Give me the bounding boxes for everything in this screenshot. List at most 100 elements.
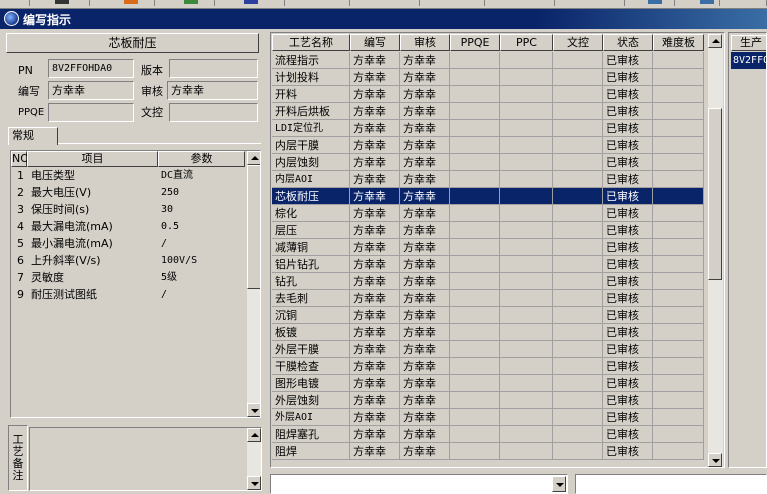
pn-field[interactable]: 8V2FFOHDA0 [48, 59, 134, 78]
scroll-up-icon[interactable] [247, 428, 261, 442]
process-cell: 减薄铜 [272, 239, 350, 256]
process-row[interactable]: 外层干膜 方幸幸 方幸幸 已审核 [272, 341, 704, 358]
process-row[interactable]: 铝片钻孔 方幸幸 方幸幸 已审核 [272, 256, 704, 273]
chevron-down-icon[interactable] [552, 476, 566, 492]
process-row[interactable]: 芯板耐压 方幸幸 方幸幸 已审核 [272, 188, 704, 205]
process-scrollbar[interactable] [708, 34, 723, 467]
process-cell [450, 154, 500, 171]
process-row[interactable]: 去毛刺 方幸幸 方幸幸 已审核 [272, 290, 704, 307]
process-cell: 方幸幸 [350, 171, 400, 188]
toolbar-button[interactable] [420, 0, 485, 6]
scroll-down-icon[interactable] [247, 403, 260, 417]
column-header[interactable]: 编写 [350, 34, 400, 51]
param-scrollbar[interactable] [247, 151, 260, 417]
app-globe-icon[interactable] [4, 11, 19, 26]
param-header-no[interactable]: NO [11, 151, 29, 167]
toolbar-button[interactable] [485, 0, 555, 6]
scroll-up-icon[interactable] [247, 151, 260, 165]
process-grid[interactable]: 工艺名称 编写 审核 PPQE PPC 文控 状态 难度板 流程指示 方幸幸 方幸幸 已审核 计划投料… [270, 32, 725, 468]
scroll-down-icon[interactable] [247, 476, 261, 490]
reviewer-field[interactable]: 方幸幸 [167, 81, 258, 100]
toolbar-button[interactable] [0, 0, 30, 6]
remark-textarea[interactable] [29, 427, 262, 491]
param-header-param[interactable]: 参数 [158, 151, 245, 167]
param-row[interactable]: 9 耐压测试图纸 / [11, 286, 247, 303]
bottom-combo[interactable] [270, 474, 568, 494]
column-header[interactable]: PPC [500, 34, 553, 51]
process-row[interactable]: 图形电镀 方幸幸 方幸幸 已审核 [272, 375, 704, 392]
version-field[interactable] [169, 59, 258, 78]
process-cell [653, 52, 704, 69]
author-field[interactable]: 方幸幸 [48, 81, 134, 100]
process-row[interactable]: 外层AOI 方幸幸 方幸幸 已审核 [272, 409, 704, 426]
production-header[interactable]: 生产 [731, 35, 766, 51]
column-header[interactable]: 工艺名称 [272, 34, 350, 51]
toolbar-button[interactable] [555, 0, 625, 6]
param-row[interactable]: 5 最小漏电流(mA) / [11, 235, 247, 252]
process-cell: 方幸幸 [350, 426, 400, 443]
process-row[interactable]: 计划投料 方幸幸 方幸幸 已审核 [272, 69, 704, 86]
param-no: 3 [17, 203, 24, 216]
bottom-input[interactable] [575, 474, 767, 494]
process-row[interactable]: 外层蚀刻 方幸幸 方幸幸 已审核 [272, 392, 704, 409]
param-row[interactable]: 6 上升斜率(V/s) 100V/S [11, 252, 247, 269]
process-cell [553, 120, 603, 137]
process-cell [450, 392, 500, 409]
process-row[interactable]: 钻孔 方幸幸 方幸幸 已审核 [272, 273, 704, 290]
column-header[interactable]: 文控 [553, 34, 603, 51]
scroll-up-icon[interactable] [708, 34, 722, 48]
process-cell: 已审核 [603, 69, 653, 86]
title-bar[interactable]: 编写指示 [0, 9, 767, 29]
scroll-down-icon[interactable] [708, 453, 722, 467]
production-pane[interactable]: 生产 8V2FFO [728, 32, 767, 468]
toolbar-button[interactable] [720, 0, 767, 6]
process-row[interactable]: 板镀 方幸幸 方幸幸 已审核 [272, 324, 704, 341]
column-header[interactable]: 审核 [400, 34, 450, 51]
process-row[interactable]: 层压 方幸幸 方幸幸 已审核 [272, 222, 704, 239]
process-cell: 棕化 [272, 205, 350, 222]
scroll-thumb[interactable] [247, 165, 260, 289]
process-row[interactable]: 开料 方幸幸 方幸幸 已审核 [272, 86, 704, 103]
process-row[interactable]: 内层蚀刻 方幸幸 方幸幸 已审核 [272, 154, 704, 171]
param-row[interactable]: 1 电压类型 DC直流 [11, 167, 247, 184]
toolbar-button[interactable] [90, 0, 155, 6]
production-cell[interactable]: 8V2FFO [731, 52, 766, 69]
column-header[interactable]: 难度板 [653, 34, 704, 51]
toolbar-button[interactable] [285, 0, 350, 6]
process-row[interactable]: 内层干膜 方幸幸 方幸幸 已审核 [272, 137, 704, 154]
param-row[interactable]: 7 灵敏度 5级 [11, 269, 247, 286]
process-cell: 已审核 [603, 52, 653, 69]
process-row[interactable]: 干膜检查 方幸幸 方幸幸 已审核 [272, 358, 704, 375]
process-row[interactable]: 棕化 方幸幸 方幸幸 已审核 [272, 205, 704, 222]
param-row[interactable]: 3 保压时间(s) 30 [11, 201, 247, 218]
process-row[interactable]: 开料后烘板 方幸幸 方幸幸 已审核 [272, 103, 704, 120]
param-grid[interactable]: NO 项目 参数 1 电压类型 DC直流 2 最大电压(V) 250 3 保压时间(s) 30 4… [10, 150, 261, 418]
process-row[interactable]: 阻焊塞孔 方幸幸 方幸幸 已审核 [272, 426, 704, 443]
process-cell: 已审核 [603, 86, 653, 103]
process-row[interactable]: LDI定位孔 方幸幸 方幸幸 已审核 [272, 120, 704, 137]
param-row[interactable]: 4 最大漏电流(mA) 0.5 [11, 218, 247, 235]
remark-scrollbar[interactable] [247, 428, 261, 490]
process-cell: 已审核 [603, 341, 653, 358]
scroll-thumb[interactable] [708, 108, 722, 280]
process-row[interactable]: 阻焊 方幸幸 方幸幸 已审核 [272, 443, 704, 460]
docctrl-field[interactable] [169, 103, 258, 122]
process-cell: 方幸幸 [350, 273, 400, 290]
tab-normal[interactable]: 常规 [8, 127, 58, 145]
column-header[interactable]: PPQE [450, 34, 500, 51]
process-cell [553, 341, 603, 358]
process-cell [553, 205, 603, 222]
process-cell: 方幸幸 [350, 290, 400, 307]
param-row[interactable]: 2 最大电压(V) 250 [11, 184, 247, 201]
version-label: 版本 [141, 64, 163, 77]
process-row[interactable]: 流程指示 方幸幸 方幸幸 已审核 [272, 52, 704, 69]
ppqe-field[interactable] [48, 103, 134, 122]
process-cell: 芯板耐压 [272, 188, 350, 205]
param-header-item[interactable]: 项目 [27, 151, 158, 167]
process-row[interactable]: 沉铜 方幸幸 方幸幸 已审核 [272, 307, 704, 324]
process-row[interactable]: 减薄铜 方幸幸 方幸幸 已审核 [272, 239, 704, 256]
process-cell: 流程指示 [272, 52, 350, 69]
toolbar-button[interactable] [350, 0, 420, 6]
column-header[interactable]: 状态 [603, 34, 653, 51]
process-row[interactable]: 内层AOI 方幸幸 方幸幸 已审核 [272, 171, 704, 188]
